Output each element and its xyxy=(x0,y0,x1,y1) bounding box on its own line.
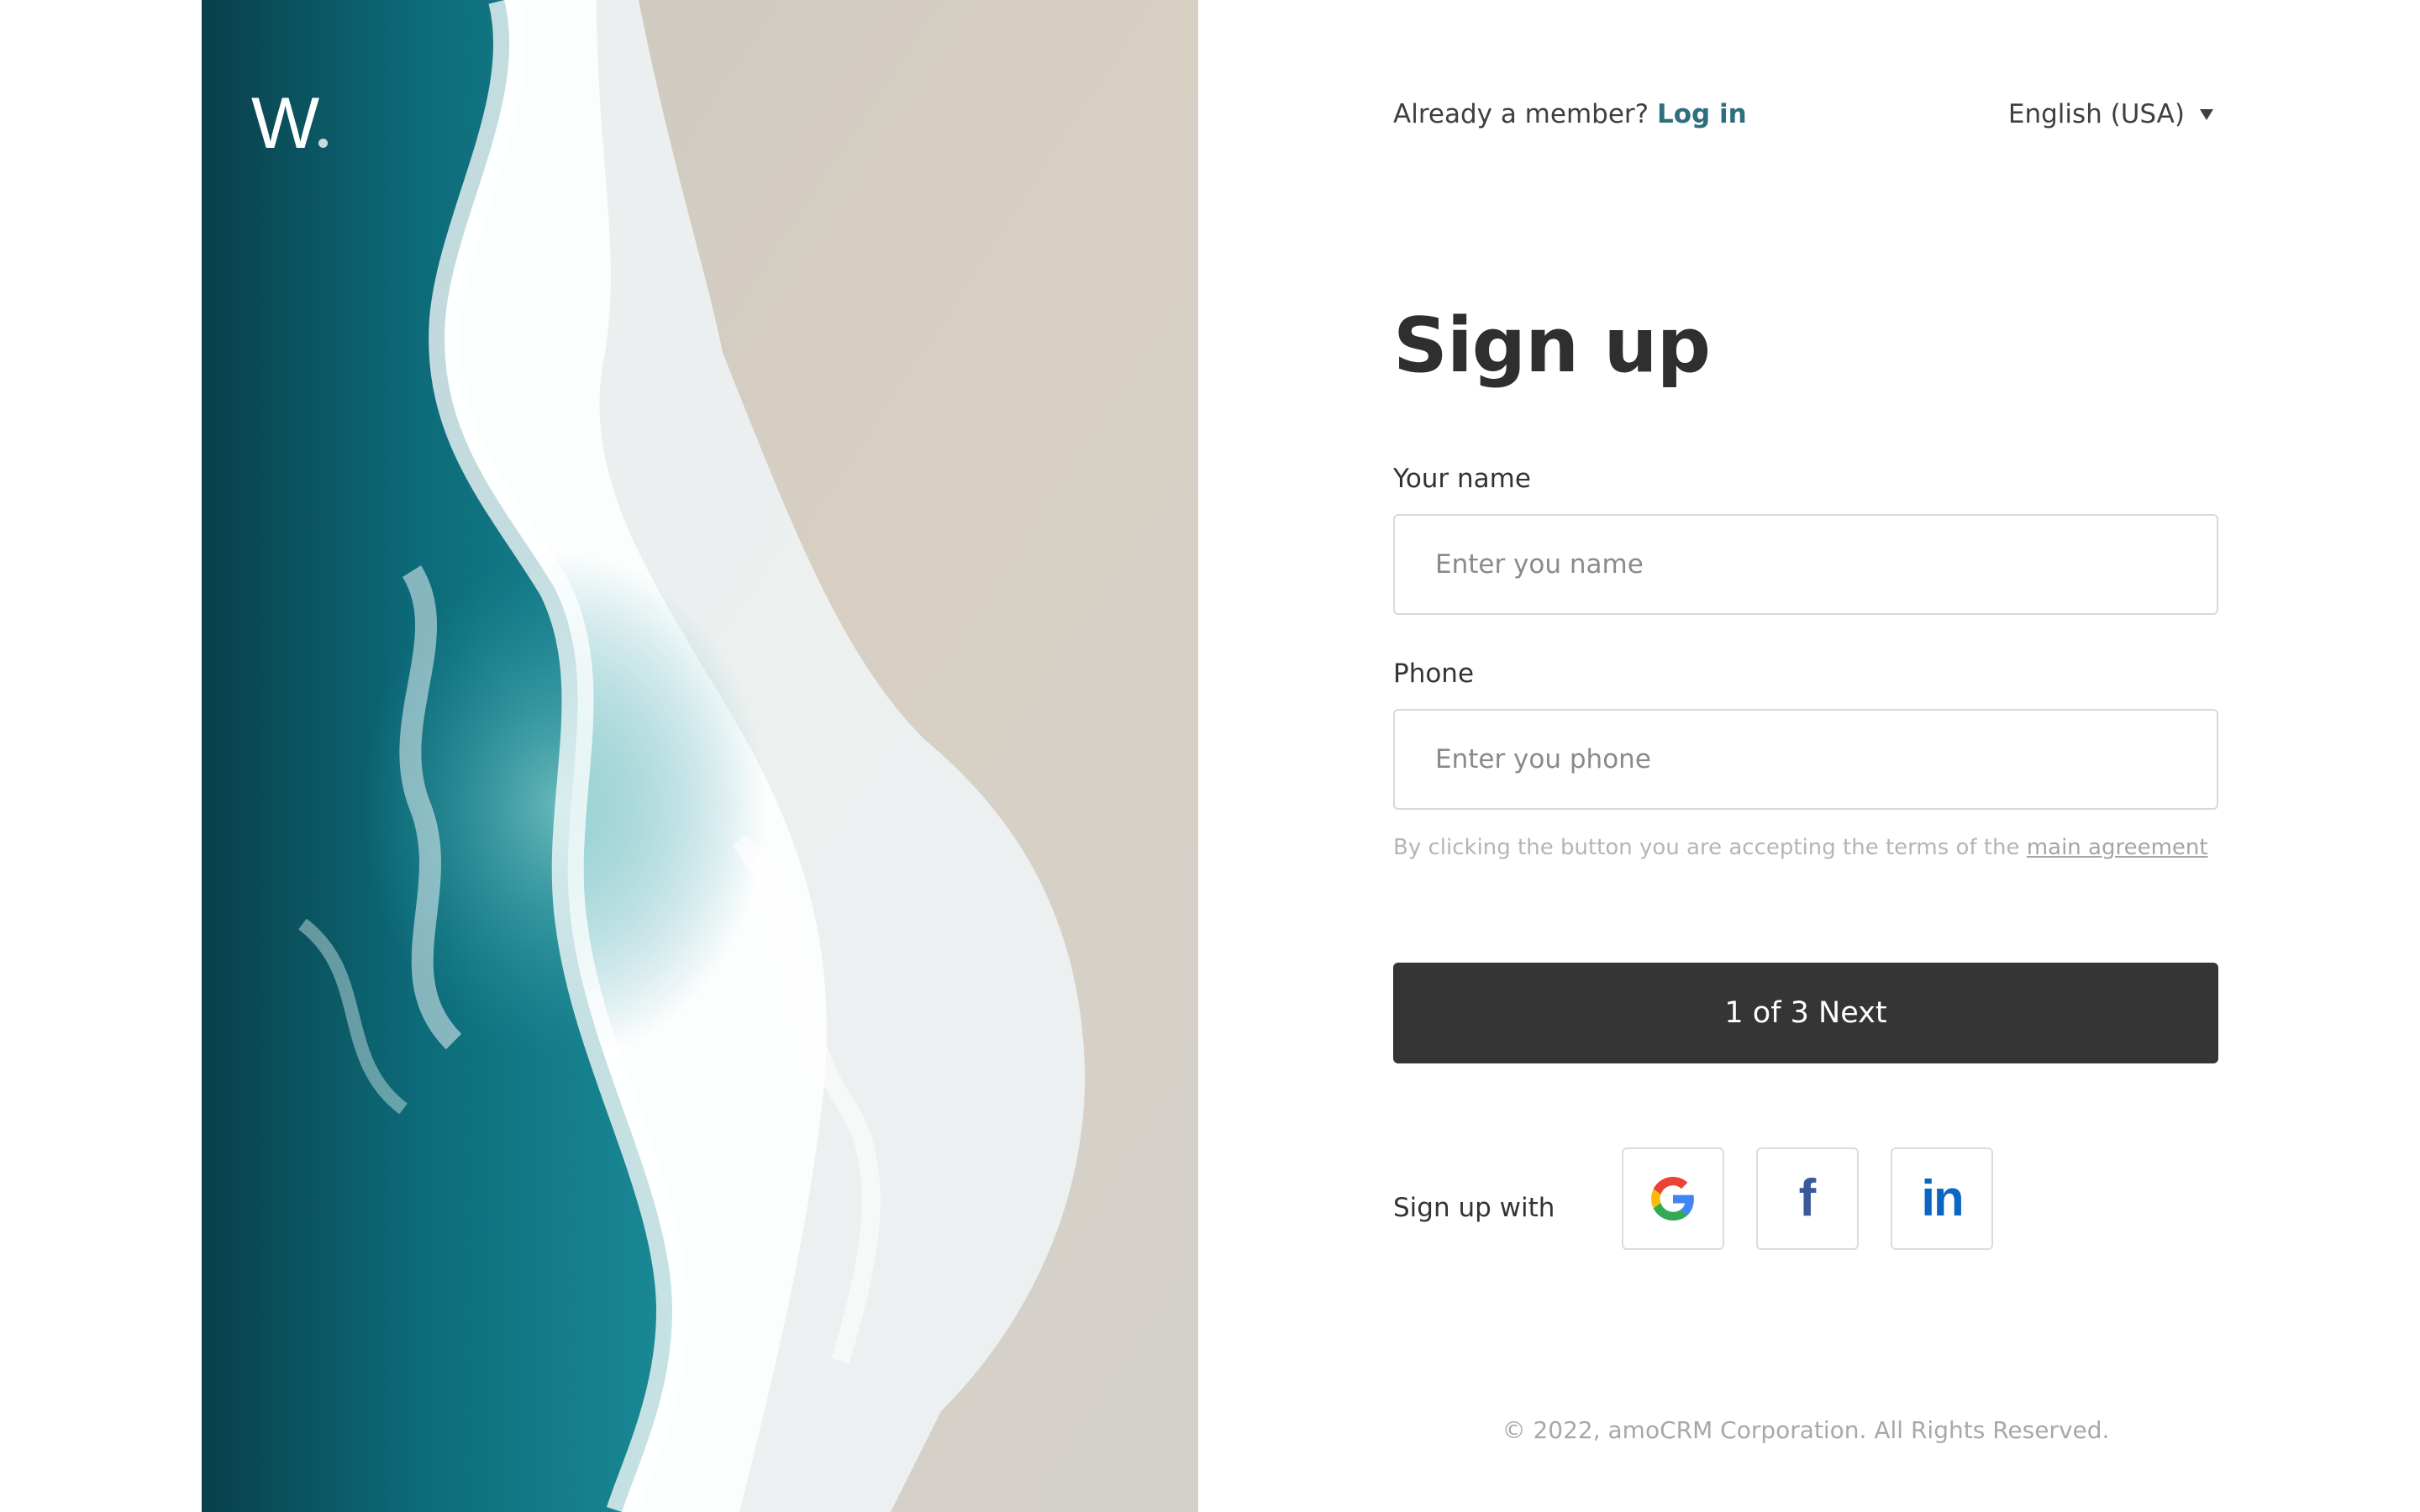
logo-dot-icon xyxy=(318,139,329,148)
google-signup-button[interactable] xyxy=(1622,1147,1724,1250)
facebook-icon: f xyxy=(1798,1169,1817,1227)
social-signup-row: Sign up with f in xyxy=(1393,1147,2218,1250)
name-input[interactable] xyxy=(1393,514,2218,615)
name-field-label: Your name xyxy=(1393,464,1531,494)
facebook-signup-button[interactable]: f xyxy=(1756,1147,1859,1250)
ocean-wave-image xyxy=(202,0,1198,1512)
phone-field-label: Phone xyxy=(1393,659,1475,689)
logo-letter: W xyxy=(251,83,319,164)
terms-text: By clicking the button you are accepting… xyxy=(1393,835,2020,860)
terms-notice: By clicking the button you are accepting… xyxy=(1393,835,2208,860)
linkedin-signup-button[interactable]: in xyxy=(1891,1147,1993,1250)
copyright-footer: © 2022, amoCRM Corporation. All Rights R… xyxy=(1502,1416,2110,1444)
next-step-button[interactable]: 1 of 3 Next xyxy=(1393,963,2218,1063)
social-signup-label: Sign up with xyxy=(1393,1193,1555,1223)
google-icon xyxy=(1651,1177,1694,1221)
member-prompt-text: Already a member? xyxy=(1393,99,1649,129)
main-agreement-link[interactable]: main agreement xyxy=(2027,835,2208,860)
member-prompt-row: Already a member? Log in xyxy=(1393,99,1747,129)
caret-down-icon xyxy=(2200,108,2213,120)
linkedin-icon: in xyxy=(1921,1170,1964,1226)
top-bar: Already a member? Log in English (USA) xyxy=(1393,99,2218,136)
login-link[interactable]: Log in xyxy=(1657,99,1747,129)
brand-logo: W xyxy=(251,87,329,160)
page-title: Sign up xyxy=(1393,302,1711,390)
hero-image-panel: W xyxy=(202,0,1198,1512)
language-selector[interactable]: English (USA) xyxy=(2008,99,2213,129)
phone-input[interactable] xyxy=(1393,709,2218,810)
signup-panel: Already a member? Log in English (USA) S… xyxy=(1393,0,2218,1512)
language-value: English (USA) xyxy=(2007,99,2185,129)
